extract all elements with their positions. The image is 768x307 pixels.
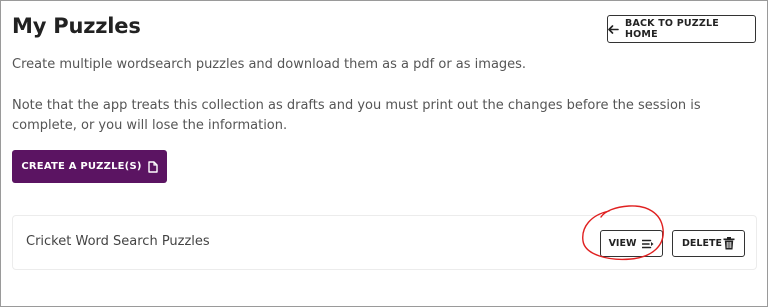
back-to-puzzle-home-button[interactable]: BACK TO PUZZLE HOME xyxy=(607,15,756,43)
view-button-label: VIEW xyxy=(608,238,637,249)
trash-icon xyxy=(723,237,735,250)
delete-button-label: DELETE xyxy=(682,238,722,249)
list-icon xyxy=(642,239,654,249)
view-puzzle-button[interactable]: VIEW xyxy=(600,230,663,257)
delete-puzzle-button[interactable]: DELETE xyxy=(672,230,745,257)
create-button-label: CREATE A PUZZLE(S) xyxy=(21,161,142,172)
drafts-note: Note that the app treats this collection… xyxy=(12,98,701,133)
app-window: My Puzzles BACK TO PUZZLE HOME Create mu… xyxy=(0,0,768,307)
arrow-left-icon xyxy=(608,24,619,34)
puzzle-list-item: Cricket Word Search Puzzles VIEW DELETE xyxy=(12,215,757,270)
back-button-label: BACK TO PUZZLE HOME xyxy=(625,18,719,40)
file-icon xyxy=(147,160,158,173)
page-title: My Puzzles xyxy=(12,14,141,38)
create-puzzle-button[interactable]: CREATE A PUZZLE(S) xyxy=(12,150,167,183)
puzzle-name: Cricket Word Search Puzzles xyxy=(26,234,210,249)
page-description: Create multiple wordsearch puzzles and d… xyxy=(12,57,527,72)
